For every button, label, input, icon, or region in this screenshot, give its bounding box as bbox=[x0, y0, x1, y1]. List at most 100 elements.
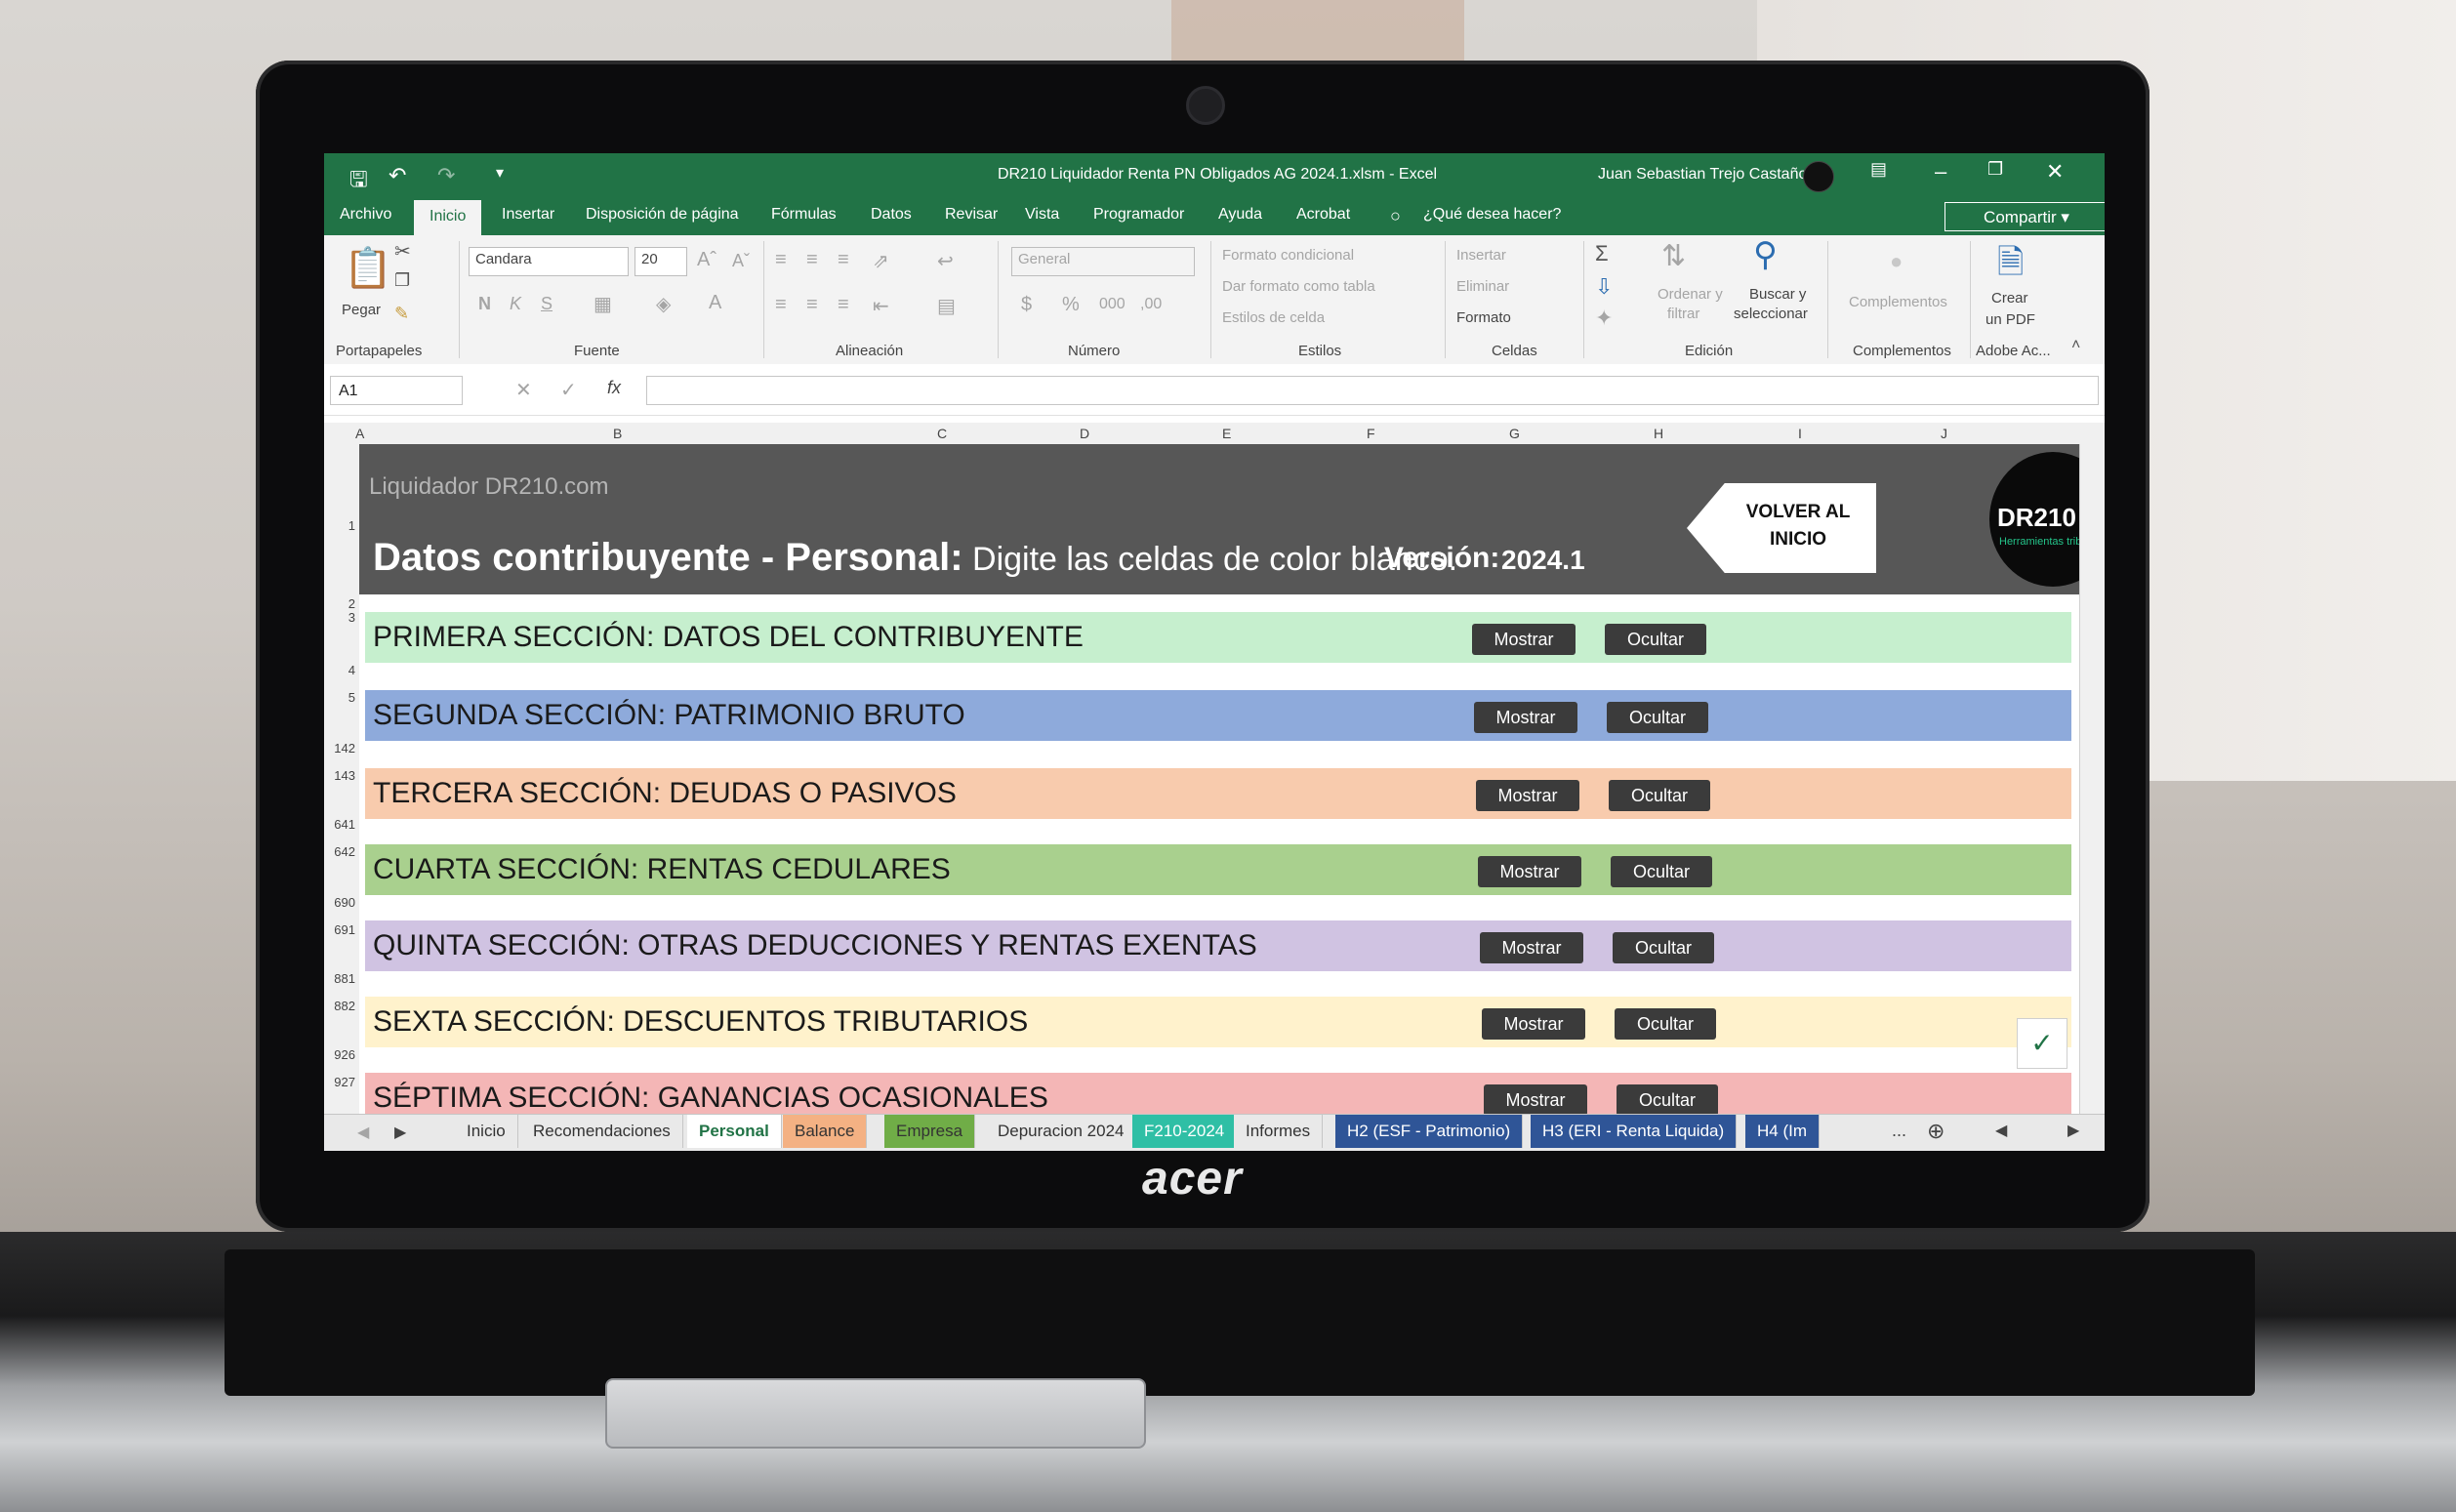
clear-icon[interactable]: ✦ bbox=[1595, 306, 1613, 331]
row-header[interactable]: 142 bbox=[334, 741, 355, 756]
next-sheet-icon[interactable]: ▶ bbox=[394, 1123, 406, 1142]
fill-icon[interactable]: ⇩ bbox=[1595, 274, 1613, 300]
row-header[interactable]: 4 bbox=[348, 663, 355, 677]
name-box[interactable]: A1 bbox=[330, 376, 463, 405]
tab-vista[interactable]: Vista bbox=[1025, 206, 1059, 224]
bold-button[interactable]: N bbox=[478, 294, 491, 314]
show-button[interactable]: Mostrar bbox=[1480, 932, 1583, 963]
decrease-font-icon[interactable]: Aˇ bbox=[732, 251, 750, 271]
thousands-icon[interactable]: 000 bbox=[1099, 296, 1126, 313]
restore-icon[interactable]: ❐ bbox=[1987, 159, 2003, 180]
redo-icon[interactable]: ↷ bbox=[437, 163, 455, 188]
create-pdf-label-1[interactable]: Crear bbox=[1991, 290, 2028, 306]
column-header-b[interactable]: B bbox=[613, 426, 622, 441]
row-header[interactable]: 1 bbox=[348, 518, 355, 533]
align-middle-icon[interactable]: ≡ bbox=[806, 249, 818, 271]
save-icon[interactable]: 🖫 bbox=[349, 163, 368, 200]
font-color-icon[interactable]: A bbox=[709, 292, 721, 314]
row-header[interactable]: 882 bbox=[334, 999, 355, 1013]
underline-button[interactable]: S bbox=[541, 294, 553, 314]
search-icon[interactable]: ⚲ bbox=[1753, 235, 1778, 274]
sheet-tab[interactable]: H2 (ESF - Patrimonio) bbox=[1335, 1115, 1524, 1148]
column-header-h[interactable]: H bbox=[1654, 426, 1663, 441]
tab-insertar[interactable]: Insertar bbox=[502, 206, 554, 224]
column-header-i[interactable]: I bbox=[1798, 426, 1802, 441]
column-header-g[interactable]: G bbox=[1509, 426, 1520, 441]
increase-font-icon[interactable]: Aˆ bbox=[697, 249, 716, 271]
sheet-tab[interactable]: H3 (ERI - Renta Liquida) bbox=[1531, 1115, 1738, 1148]
addins-icon[interactable]: ● bbox=[1890, 249, 1903, 274]
checkmark-icon[interactable]: ✓ bbox=[2017, 1018, 2067, 1069]
currency-icon[interactable]: $ bbox=[1021, 294, 1032, 316]
sheet-tab[interactable]: F210-2024 bbox=[1132, 1115, 1238, 1148]
row-header[interactable]: 927 bbox=[334, 1075, 355, 1089]
row-header[interactable]: 690 bbox=[334, 895, 355, 910]
align-center-icon[interactable]: ≡ bbox=[806, 294, 818, 316]
percent-icon[interactable]: % bbox=[1062, 294, 1080, 316]
format-painter-icon[interactable]: ✎ bbox=[394, 304, 409, 324]
sheet-tab[interactable]: Balance bbox=[783, 1115, 868, 1148]
insert-cells-button[interactable]: Insertar bbox=[1456, 247, 1506, 264]
show-button[interactable]: Mostrar bbox=[1474, 702, 1577, 733]
align-bottom-icon[interactable]: ≡ bbox=[838, 249, 849, 271]
tell-me-search[interactable]: ¿Qué desea hacer? bbox=[1423, 206, 1561, 224]
autosum-icon[interactable]: Σ bbox=[1595, 241, 1609, 266]
hide-button[interactable]: Ocultar bbox=[1615, 1008, 1716, 1040]
tab-revisar[interactable]: Revisar bbox=[945, 206, 998, 224]
show-button[interactable]: Mostrar bbox=[1478, 856, 1581, 887]
italic-button[interactable]: K bbox=[510, 294, 521, 314]
row-header[interactable]: 881 bbox=[334, 971, 355, 986]
hide-button[interactable]: Ocultar bbox=[1617, 1084, 1718, 1114]
vertical-scrollbar[interactable] bbox=[2079, 444, 2105, 1114]
column-header-a[interactable]: A bbox=[355, 426, 364, 441]
cut-icon[interactable]: ✂ bbox=[394, 239, 411, 264]
ribbon-display-icon[interactable]: ▤ bbox=[1870, 159, 1887, 180]
font-name-select[interactable]: Candara bbox=[469, 247, 629, 276]
orientation-icon[interactable]: ⇗ bbox=[873, 249, 889, 273]
conditional-format-button[interactable]: Formato condicional bbox=[1222, 247, 1354, 264]
sort-filter-label-1[interactable]: Ordenar y bbox=[1658, 286, 1723, 303]
tab-formulas[interactable]: Fórmulas bbox=[771, 206, 837, 224]
borders-icon[interactable]: ▦ bbox=[594, 292, 612, 316]
tab-ayuda[interactable]: Ayuda bbox=[1218, 206, 1262, 224]
font-size-select[interactable]: 20 bbox=[634, 247, 687, 276]
tab-programador[interactable]: Programador bbox=[1093, 206, 1184, 224]
undo-icon[interactable]: ↶ bbox=[389, 163, 406, 188]
show-button[interactable]: Mostrar bbox=[1476, 780, 1579, 811]
row-header[interactable]: 691 bbox=[334, 922, 355, 937]
cancel-icon[interactable]: ✕ bbox=[515, 378, 532, 402]
row-header[interactable]: 926 bbox=[334, 1047, 355, 1062]
customize-icon[interactable]: ▾ bbox=[496, 163, 504, 183]
row-header[interactable]: 641 bbox=[334, 817, 355, 832]
collapse-ribbon-icon[interactable]: ˄ bbox=[2071, 337, 2080, 354]
sheet-tab[interactable]: H4 (Im bbox=[1745, 1115, 1820, 1148]
minimize-icon[interactable]: – bbox=[1935, 159, 1946, 184]
number-format-select[interactable]: General bbox=[1011, 247, 1195, 276]
sheet-tab[interactable]: Recomendaciones bbox=[521, 1115, 683, 1148]
delete-cells-button[interactable]: Eliminar bbox=[1456, 278, 1509, 295]
user-name[interactable]: Juan Sebastian Trejo Castaño bbox=[1598, 166, 1807, 184]
hide-button[interactable]: Ocultar bbox=[1607, 702, 1708, 733]
hide-button[interactable]: Ocultar bbox=[1613, 932, 1714, 963]
align-right-icon[interactable]: ≡ bbox=[838, 294, 849, 316]
show-button[interactable]: Mostrar bbox=[1484, 1084, 1587, 1114]
paste-button[interactable]: Pegar bbox=[342, 302, 381, 318]
column-header-j[interactable]: J bbox=[1941, 426, 1947, 441]
addins-button[interactable]: Complementos bbox=[1849, 294, 1947, 310]
tab-archivo[interactable]: Archivo bbox=[340, 206, 391, 224]
align-left-icon[interactable]: ≡ bbox=[775, 294, 787, 316]
formula-input[interactable] bbox=[646, 376, 2099, 405]
column-header-d[interactable]: D bbox=[1080, 426, 1089, 441]
show-button[interactable]: Mostrar bbox=[1472, 624, 1576, 655]
row-header[interactable]: 143 bbox=[334, 768, 355, 783]
find-select-label-2[interactable]: seleccionar bbox=[1734, 306, 1808, 322]
share-button[interactable]: Compartir ▾ bbox=[1944, 202, 2105, 231]
sheet-tab[interactable]: Inicio bbox=[455, 1115, 518, 1148]
column-header-c[interactable]: C bbox=[937, 426, 947, 441]
wrap-text-icon[interactable]: ↩ bbox=[937, 249, 954, 273]
align-top-icon[interactable]: ≡ bbox=[775, 249, 787, 271]
avatar[interactable] bbox=[1803, 161, 1834, 192]
row-header[interactable]: 5 bbox=[348, 690, 355, 705]
sheet-tab[interactable]: Personal bbox=[687, 1115, 782, 1148]
copy-icon[interactable]: ❐ bbox=[394, 270, 410, 291]
